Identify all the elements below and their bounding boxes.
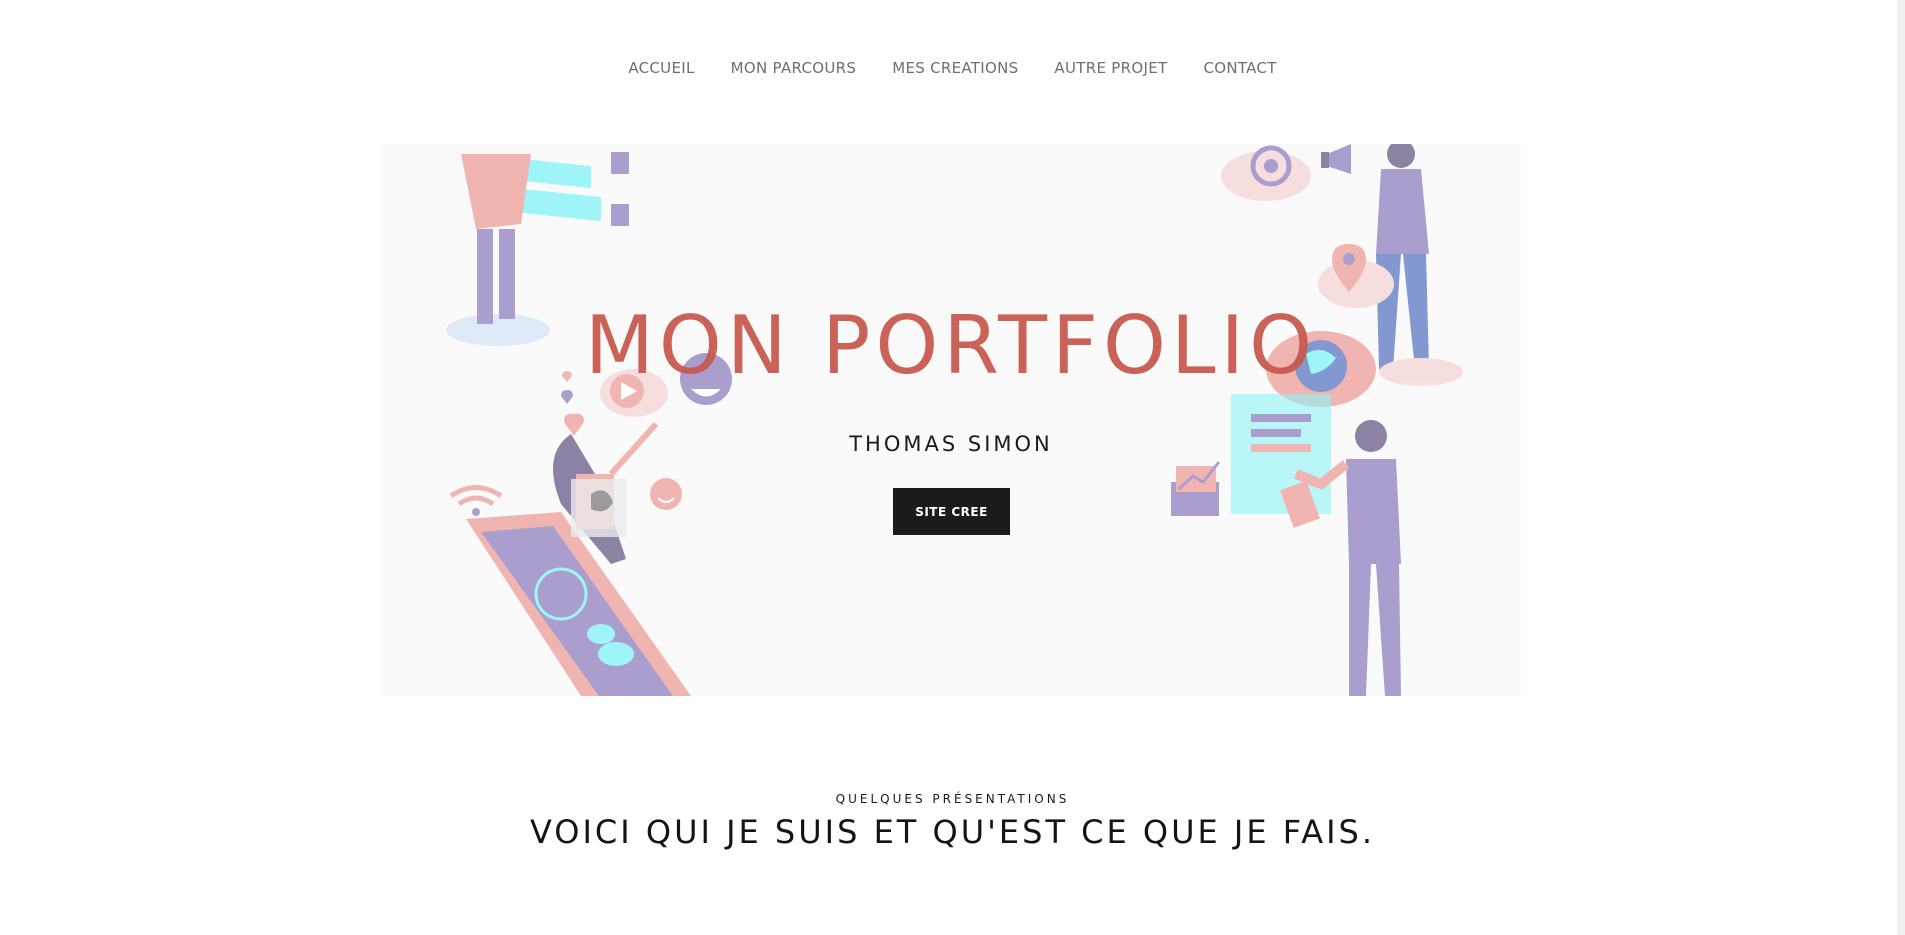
chart-envelope-icon xyxy=(1171,461,1221,516)
phone-woman-illustration xyxy=(449,353,732,696)
nav-item-contact[interactable]: CONTACT xyxy=(1185,59,1294,77)
section-heading: VOICI QUI JE SUIS ET QU'EST CE QUE JE FA… xyxy=(529,813,1376,851)
megaphone-icon xyxy=(1321,144,1351,174)
hero-title: MON PORTFOLIO xyxy=(584,299,1318,392)
at-sign-icon xyxy=(1221,145,1311,201)
hero-subtitle: THOMAS SIMON xyxy=(849,432,1053,456)
section-kicker: QUELQUES PRÉSENTATIONS xyxy=(835,792,1070,806)
site-cree-button[interactable]: SITE CREE xyxy=(893,488,1010,535)
wifi-icon xyxy=(449,485,503,516)
nav-item-mon-parcours[interactable]: MON PARCOURS xyxy=(713,59,875,77)
page: ACCUEIL MON PARCOURS MES CREATIONS AUTRE… xyxy=(0,0,1905,935)
main-nav: ACCUEIL MON PARCOURS MES CREATIONS AUTRE… xyxy=(0,59,1905,77)
page-scrollbar[interactable] xyxy=(1897,0,1905,935)
nav-item-autre-projet[interactable]: AUTRE PROJET xyxy=(1036,59,1185,77)
nav-item-accueil[interactable]: ACCUEIL xyxy=(610,59,712,77)
hero-illustration xyxy=(446,144,1463,696)
hero-banner: MON PORTFOLIO THOMAS SIMON SITE CREE xyxy=(381,144,1521,696)
checklist-icon xyxy=(611,152,629,226)
nav-item-mes-creations[interactable]: MES CREATIONS xyxy=(874,59,1036,77)
